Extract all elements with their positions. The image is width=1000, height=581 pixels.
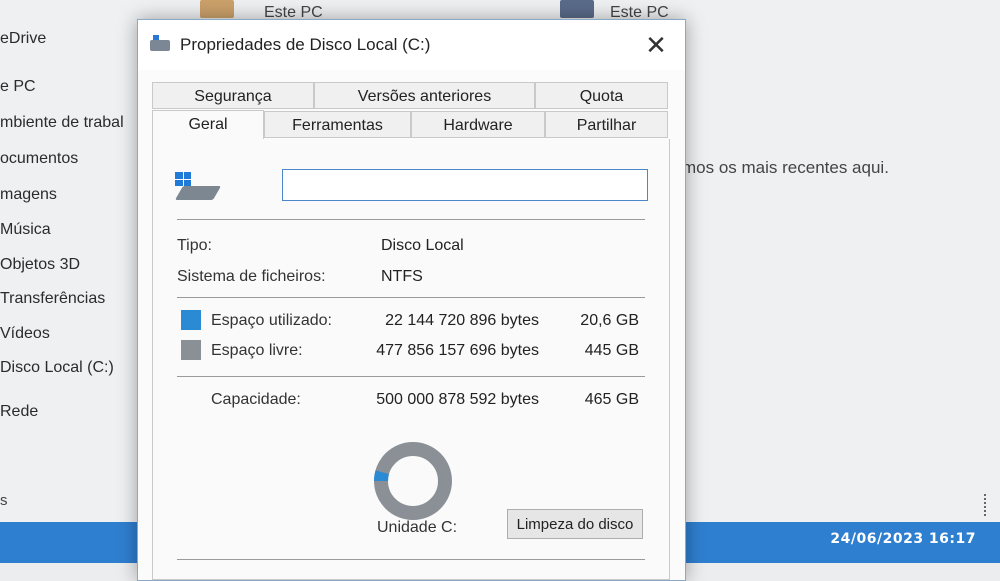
tab-hardware[interactable]: Hardware: [411, 111, 545, 138]
tab-previous-versions[interactable]: Versões anteriores: [314, 82, 535, 109]
filesystem-value: NTFS: [381, 268, 423, 285]
divider: [177, 219, 645, 220]
tab-security[interactable]: Segurança: [152, 82, 314, 109]
free-space-label: Espaço livre:: [211, 342, 303, 359]
disk-properties-dialog: Propriedades de Disco Local (C:) ✕ Segur…: [137, 19, 686, 581]
nav-item-network[interactable]: Rede: [0, 403, 38, 421]
nav-item-downloads[interactable]: Transferências: [0, 290, 105, 308]
folder-thumbnail-icon[interactable]: [200, 0, 234, 18]
disk-usage-donut-chart: [374, 442, 452, 520]
divider: [177, 376, 645, 377]
windows-drive-icon: [174, 172, 222, 202]
nav-item-3d-objects[interactable]: Objetos 3D: [0, 256, 80, 274]
nav-item-desktop[interactable]: mbiente de trabal: [0, 114, 124, 132]
type-value: Disco Local: [381, 237, 464, 254]
nav-item-videos[interactable]: Vídeos: [0, 325, 50, 343]
used-space-label: Espaço utilizado:: [211, 312, 332, 329]
free-space-bytes: 477 856 157 696 bytes: [376, 342, 539, 359]
recent-files-empty-message: mos os mais recentes aqui.: [682, 158, 889, 177]
tab-tools[interactable]: Ferramentas: [264, 111, 411, 138]
used-space-bytes: 22 144 720 896 bytes: [385, 312, 539, 329]
close-button[interactable]: ✕: [641, 30, 671, 60]
disk-cleanup-button[interactable]: Limpeza do disco: [507, 509, 643, 539]
drive-name-input[interactable]: [282, 169, 648, 201]
free-space-swatch: [181, 340, 201, 360]
capacity-size: 465 GB: [584, 391, 639, 408]
filesystem-label: Sistema de ficheiros:: [177, 268, 326, 285]
used-space-swatch: [181, 310, 201, 330]
divider: [177, 559, 645, 560]
tab-general[interactable]: Geral: [152, 110, 264, 140]
dialog-title: Propriedades de Disco Local (C:): [180, 35, 431, 54]
nav-item-onedrive[interactable]: eDrive: [0, 30, 46, 48]
divider: [177, 297, 645, 298]
used-space-size: 20,6 GB: [580, 312, 639, 329]
nav-item-this-pc[interactable]: e PC: [0, 78, 36, 96]
dialog-titlebar[interactable]: Propriedades de Disco Local (C:) ✕: [138, 20, 685, 70]
capacity-label: Capacidade:: [211, 391, 301, 408]
drive-letter-label: Unidade C:: [377, 519, 458, 536]
capacity-bytes: 500 000 878 592 bytes: [376, 391, 539, 408]
tab-sharing[interactable]: Partilhar: [545, 111, 668, 138]
nav-item-pictures[interactable]: magens: [0, 186, 57, 204]
view-toggle-icon[interactable]: [984, 494, 996, 516]
nav-item-documents[interactable]: ocumentos: [0, 150, 78, 168]
nav-item-local-disk[interactable]: Disco Local (C:): [0, 359, 114, 377]
video-thumbnail-icon[interactable]: [560, 0, 594, 18]
type-label: Tipo:: [177, 237, 212, 254]
tab-quota[interactable]: Quota: [535, 82, 668, 109]
general-tab-panel: Tipo: Disco Local Sistema de ficheiros: …: [152, 139, 670, 580]
tab-strip: Segurança Versões anteriores Quota Geral…: [152, 82, 668, 140]
status-bar-text: s: [0, 492, 8, 509]
taskbar-clock[interactable]: 24/06/2023 16:17: [830, 531, 976, 547]
free-space-size: 445 GB: [584, 342, 639, 359]
nav-item-music[interactable]: Música: [0, 221, 51, 239]
drive-icon: [150, 35, 170, 51]
